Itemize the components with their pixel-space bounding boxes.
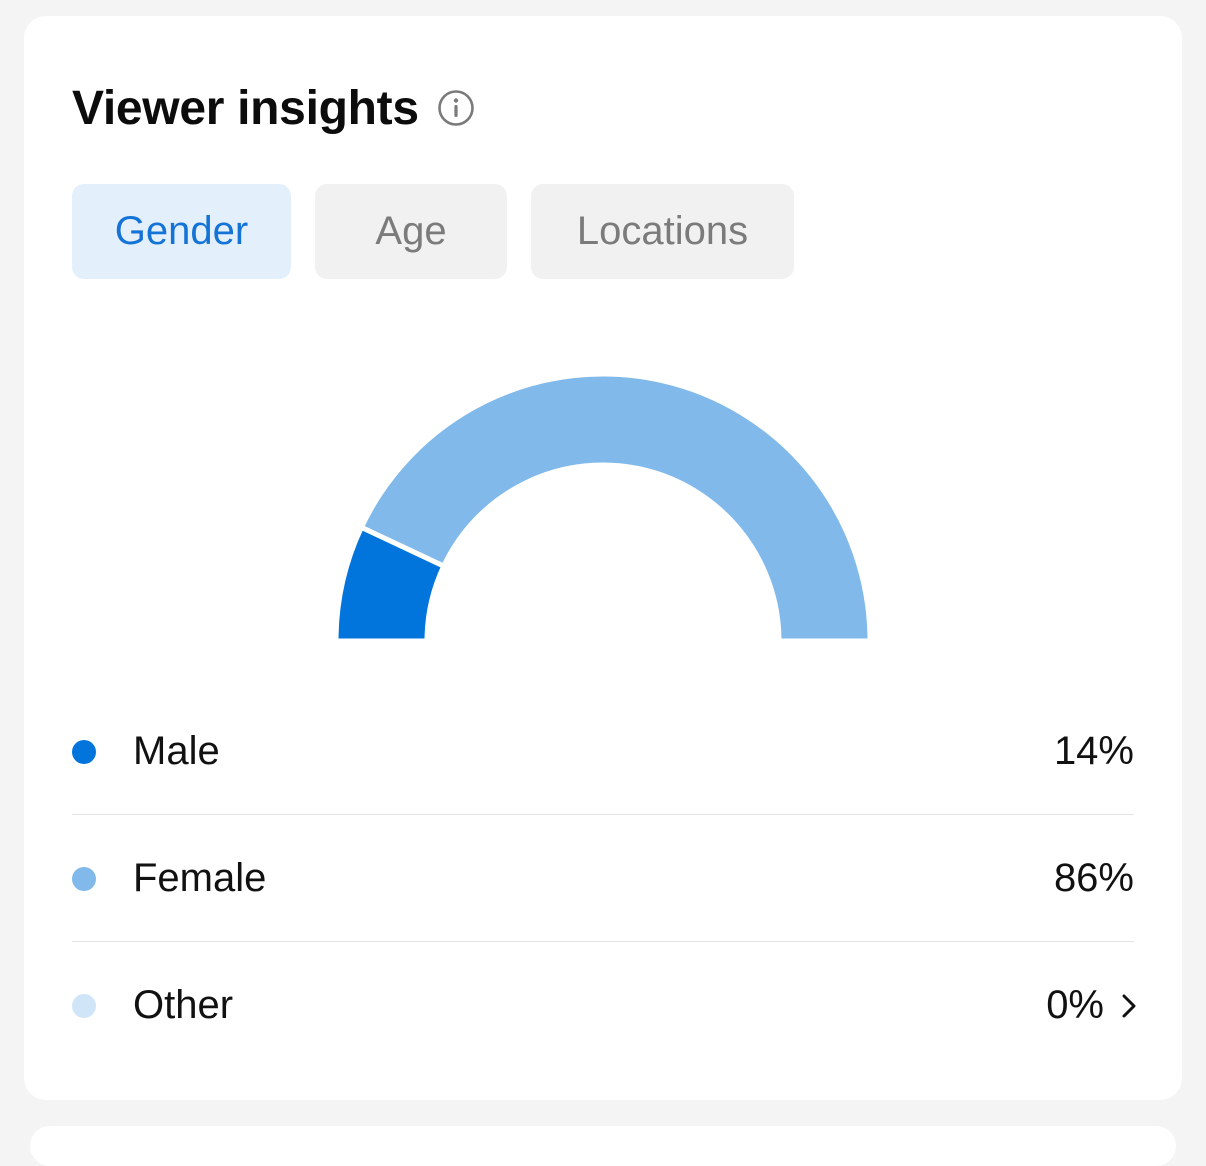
tab-gender-label: Gender (114, 209, 249, 253)
next-card-edge (30, 1126, 1176, 1166)
legend-dot-male (72, 739, 96, 764)
card-title: Viewer insights (72, 81, 419, 135)
legend-label-other: Other (133, 983, 234, 1027)
legend-value-other-wrap: 0% (1046, 983, 1136, 1028)
insights-tabs: Gender Age Locations (72, 184, 818, 279)
gender-gauge-chart (24, 371, 1182, 646)
legend-row-other[interactable]: Other 0% (72, 942, 1136, 1069)
tab-locations[interactable]: Locations (531, 184, 794, 279)
legend-row-male: Male 14% (72, 688, 1134, 815)
legend-value-male: 14% (1053, 729, 1134, 773)
legend-value-other: 0% (1046, 983, 1104, 1027)
tab-gender[interactable]: Gender (72, 184, 291, 279)
card-header: Viewer insights (72, 78, 475, 138)
tab-age-label: Age (375, 209, 447, 253)
legend-dot-female (72, 866, 96, 891)
gender-legend: Male 14% Female 86% Other 0% (72, 688, 1136, 1069)
gauge-segment-female (358, 371, 873, 644)
legend-label-female: Female (133, 856, 267, 900)
legend-value-female: 86% (1053, 856, 1134, 900)
legend-label-male: Male (133, 729, 220, 773)
legend-row-female: Female 86% (72, 815, 1134, 942)
tab-age[interactable]: Age (315, 184, 507, 279)
chevron-right-icon[interactable] (1118, 991, 1140, 1021)
gauge-baseline (24, 641, 1182, 646)
info-circle-icon[interactable] (437, 89, 475, 127)
viewer-insights-card: Viewer insights Gender Age Locations Mal… (24, 16, 1182, 1100)
tab-locations-label: Locations (576, 209, 749, 253)
legend-dot-other (72, 993, 96, 1018)
